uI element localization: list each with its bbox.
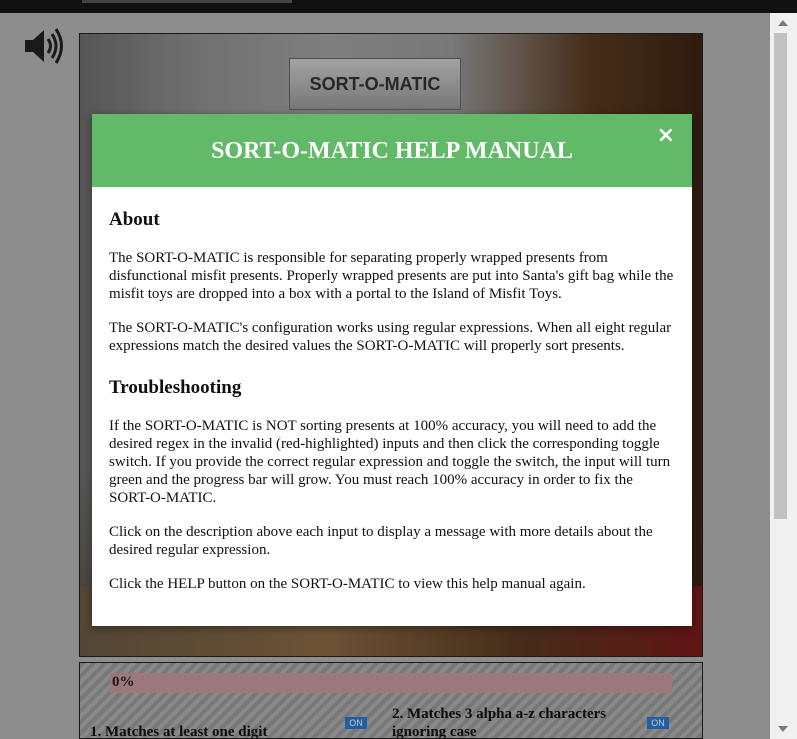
scroll-up-icon[interactable]	[778, 20, 788, 26]
about-paragraph-1: The SORT-O-MATIC is responsible for sepa…	[109, 250, 674, 302]
troubleshooting-paragraph-1: If the SORT-O-MATIC is NOT sorting prese…	[109, 418, 671, 506]
top-tab	[82, 0, 292, 3]
browser-top-strip	[0, 0, 797, 13]
modal-body: About The SORT-O-MATIC is responsible fo…	[109, 209, 675, 609]
scrollbar[interactable]	[770, 13, 797, 739]
scrollbar-thumb[interactable]	[774, 33, 787, 519]
troubleshooting-paragraph-3: Click the HELP button on the SORT-O-MATI…	[109, 576, 586, 592]
scroll-down-icon[interactable]	[778, 726, 788, 732]
help-modal: SORT-O-MATIC HELP MANUAL × About The SOR…	[92, 114, 692, 626]
troubleshooting-heading: Troubleshooting	[109, 377, 242, 398]
modal-header: SORT-O-MATIC HELP MANUAL ×	[92, 114, 692, 187]
close-icon[interactable]: ×	[657, 123, 675, 148]
about-paragraph-2: The SORT-O-MATIC's configuration works u…	[109, 320, 672, 354]
about-heading: About	[109, 209, 160, 230]
modal-title: SORT-O-MATIC HELP MANUAL	[211, 138, 573, 164]
troubleshooting-paragraph-2: Click on the description above each inpu…	[109, 524, 653, 558]
